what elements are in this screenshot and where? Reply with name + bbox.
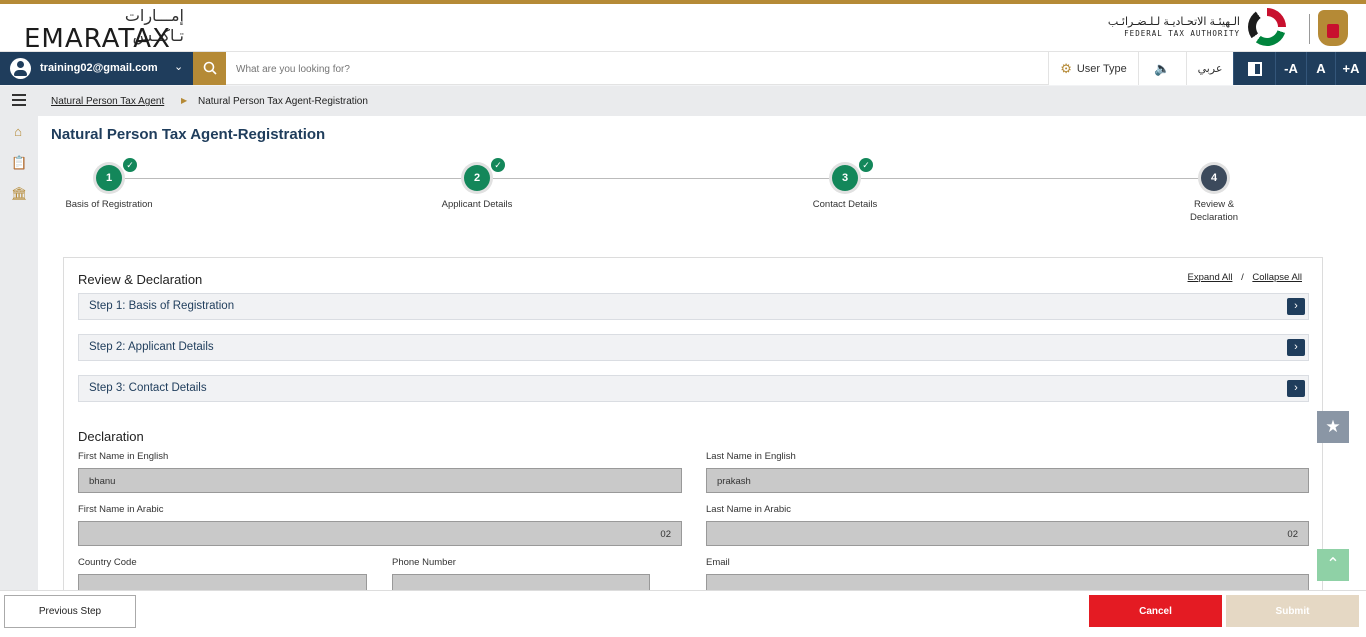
search-input[interactable] xyxy=(236,58,936,80)
user-email: training02@gmail.com xyxy=(40,62,158,74)
search-button[interactable] xyxy=(193,52,226,85)
submit-button[interactable]: Submit xyxy=(1226,595,1359,627)
country-code-field[interactable] xyxy=(78,574,367,590)
step-4-number: 4 xyxy=(1201,165,1227,191)
accordion-label: Step 1: Basis of Registration xyxy=(89,300,235,312)
step-4[interactable]: 4 Review & Declaration xyxy=(1144,162,1284,224)
chevron-right-icon[interactable]: › xyxy=(1287,298,1305,315)
fta-english-name: FEDERAL TAX AUTHORITY xyxy=(1124,29,1240,38)
page-title: Natural Person Tax Agent-Registration xyxy=(51,126,326,143)
accordion-step-2[interactable]: Step 2: Applicant Details › xyxy=(78,334,1309,361)
expand-all-link[interactable]: Expand All xyxy=(1188,272,1233,283)
gear-icon: ⚙ xyxy=(1060,60,1072,76)
speaker-icon: 🔈 xyxy=(1154,60,1171,76)
fta-arabic-name: الـهيئـة الاتحـاديـة لـلـضـرائـب xyxy=(1107,16,1240,28)
star-icon: ★ xyxy=(1325,417,1341,436)
font-increase-button[interactable]: +A xyxy=(1335,52,1366,85)
site-header: إمـــارات تـاكــس EMARATAX الـهيئـة الات… xyxy=(0,4,1366,54)
font-decrease-button[interactable]: -A xyxy=(1275,52,1306,85)
user-type-button[interactable]: ⚙ User Type xyxy=(1048,52,1138,85)
link-separator: / xyxy=(1241,272,1244,283)
step-4-circle: 4 xyxy=(1198,162,1230,194)
chevron-down-icon: ⌄ xyxy=(174,61,184,73)
last-name-en-label: Last Name in English xyxy=(706,451,796,462)
country-code-label: Country Code xyxy=(78,557,137,568)
user-type-label: User Type xyxy=(1076,62,1127,75)
step-1-label: Basis of Registration xyxy=(65,199,153,210)
clipboard-icon[interactable]: 📋 xyxy=(11,156,27,170)
check-icon: ✓ xyxy=(491,158,505,172)
favorite-button[interactable]: ★ xyxy=(1317,411,1349,443)
user-avatar-icon xyxy=(10,58,31,79)
double-chevron-up-icon: ⌃ xyxy=(1326,556,1340,573)
step-1-circle: 1 ✓ xyxy=(93,158,137,194)
phone-number-label: Phone Number xyxy=(392,557,456,568)
step-2-number: 2 xyxy=(464,165,490,191)
bank-icon[interactable]: 🏛 xyxy=(11,187,28,201)
home-icon[interactable]: ⌂ xyxy=(11,125,25,139)
accordion-step-1[interactable]: Step 1: Basis of Registration › xyxy=(78,293,1309,320)
uae-emblem-icon xyxy=(1318,10,1348,46)
registration-stepper: 1 ✓ Basis of Registration 2 ✓ Applicant … xyxy=(38,158,1366,238)
last-name-ar-label: Last Name in Arabic xyxy=(706,504,792,515)
previous-step-button[interactable]: Previous Step xyxy=(4,595,136,628)
audio-button[interactable]: 🔈 xyxy=(1138,52,1186,85)
fta-emblem-icon xyxy=(1248,8,1286,46)
email-label: Email xyxy=(706,557,730,568)
accordion-step-3[interactable]: Step 3: Contact Details › xyxy=(78,375,1309,402)
language-toggle[interactable]: عربي xyxy=(1186,52,1233,85)
stepper-line xyxy=(110,178,1214,179)
toolbar-actions: ⚙ User Type 🔈 عربي -A A +A xyxy=(1048,52,1366,85)
accordion-label: Step 3: Contact Details xyxy=(89,382,207,394)
contrast-toggle[interactable] xyxy=(1233,52,1275,85)
step-2-circle: 2 ✓ xyxy=(461,158,505,194)
cancel-button[interactable]: Cancel xyxy=(1089,595,1222,627)
contrast-icon xyxy=(1247,61,1262,76)
check-icon: ✓ xyxy=(123,158,137,172)
last-name-ar-field[interactable]: 02 xyxy=(706,521,1309,546)
breadcrumb-current: Natural Person Tax Agent-Registration xyxy=(198,96,368,107)
breadcrumb-arrow-icon: ▶ xyxy=(181,96,188,105)
step-3-number: 3 xyxy=(832,165,858,191)
first-name-en-field[interactable]: bhanu xyxy=(78,468,682,493)
breadcrumb: Natural Person Tax Agent ▶ Natural Perso… xyxy=(0,86,1366,116)
chevron-right-icon[interactable]: › xyxy=(1287,380,1305,397)
step-2[interactable]: 2 ✓ Applicant Details xyxy=(407,158,547,211)
menu-icon[interactable] xyxy=(12,94,26,106)
step-1-number: 1 xyxy=(96,165,122,191)
left-sidebar: ⌂ 📋 🏛 xyxy=(0,116,38,590)
user-menu-button[interactable]: training02@gmail.com ⌄ xyxy=(0,52,193,85)
collapse-all-link[interactable]: Collapse All xyxy=(1252,272,1302,283)
first-name-ar-label: First Name in Arabic xyxy=(78,504,164,515)
accordion-label: Step 2: Applicant Details xyxy=(89,341,214,353)
first-name-en-label: First Name in English xyxy=(78,451,169,462)
breadcrumb-parent-link[interactable]: Natural Person Tax Agent xyxy=(51,96,164,107)
step-4-label: Review & Declaration xyxy=(1189,199,1239,223)
header-divider xyxy=(1309,14,1310,44)
review-title: Review & Declaration xyxy=(78,272,203,287)
step-3-label: Contact Details xyxy=(812,199,878,210)
phone-number-field[interactable] xyxy=(392,574,650,590)
scroll-top-button[interactable]: ⌃ xyxy=(1317,549,1349,581)
chevron-right-icon[interactable]: › xyxy=(1287,339,1305,356)
fta-logo: الـهيئـة الاتحـاديـة لـلـضـرائـب FEDERAL… xyxy=(1108,7,1286,49)
last-name-en-field[interactable]: prakash xyxy=(706,468,1309,493)
main-content: Natural Person Tax Agent-Registration 1 … xyxy=(38,116,1366,590)
email-field[interactable] xyxy=(706,574,1309,590)
declaration-title: Declaration xyxy=(78,429,144,444)
step-2-label: Applicant Details xyxy=(441,199,513,210)
action-footer: Previous Step Cancel Submit xyxy=(0,590,1366,637)
step-1[interactable]: 1 ✓ Basis of Registration xyxy=(39,158,179,211)
search-icon xyxy=(203,61,217,75)
step-3[interactable]: 3 ✓ Contact Details xyxy=(775,158,915,211)
review-card: Review & Declaration Expand All / Collap… xyxy=(63,257,1323,590)
first-name-ar-field[interactable]: 02 xyxy=(78,521,682,546)
check-icon: ✓ xyxy=(859,158,873,172)
font-normal-button[interactable]: A xyxy=(1306,52,1335,85)
step-3-circle: 3 ✓ xyxy=(829,158,873,194)
emaratax-logo[interactable]: إمـــارات تـاكــس EMARATAX xyxy=(24,6,184,54)
expand-collapse-links: Expand All / Collapse All xyxy=(1188,272,1302,283)
logo-english-text: EMARATAX xyxy=(24,24,171,54)
top-toolbar: training02@gmail.com ⌄ ⚙ User Type 🔈 عرب… xyxy=(0,51,1366,85)
